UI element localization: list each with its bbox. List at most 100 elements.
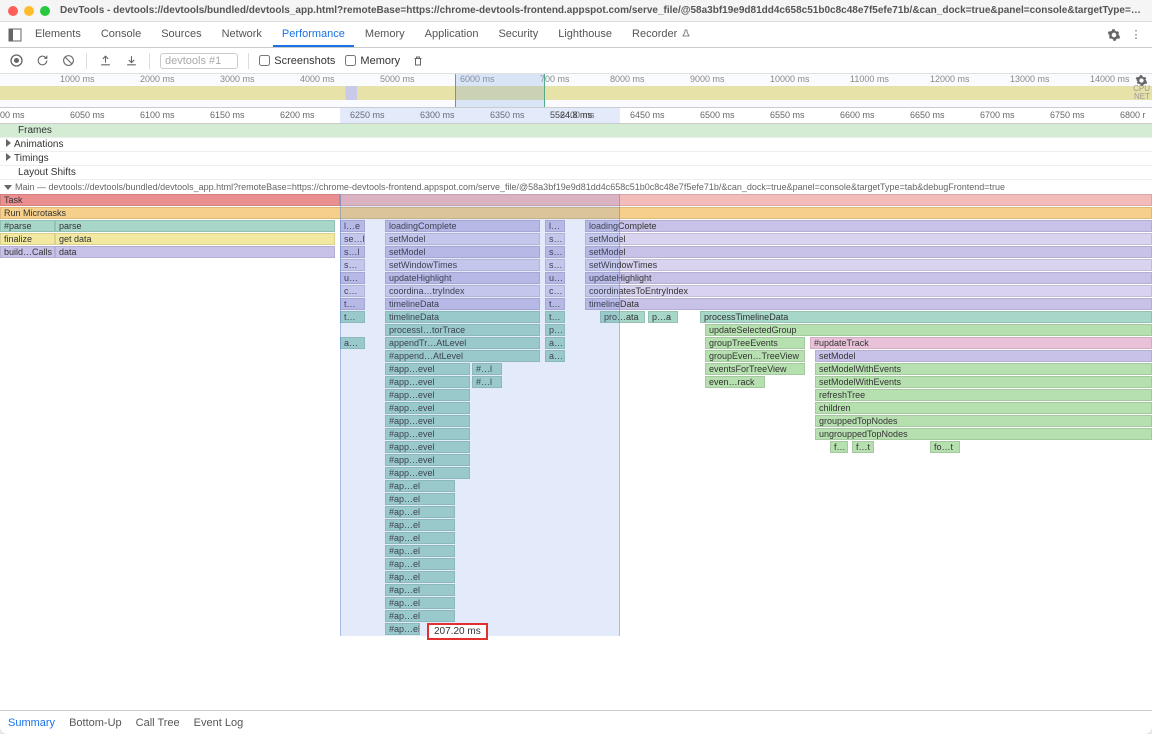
- flame-bar[interactable]: #ap…el: [385, 571, 455, 583]
- flame-bar[interactable]: grouppedTopNodes: [815, 415, 1152, 427]
- flame-bar[interactable]: even…rack: [705, 376, 765, 388]
- flame-bar[interactable]: processI…torTrace: [385, 324, 540, 336]
- flame-bar[interactable]: processTimelineData: [700, 311, 1152, 323]
- flame-bar[interactable]: #ap…el: [385, 623, 420, 635]
- flame-bar[interactable]: p…a: [648, 311, 678, 323]
- dock-icon[interactable]: [6, 26, 24, 44]
- screenshots-checkbox[interactable]: Screenshots: [259, 55, 335, 67]
- flame-bar[interactable]: t…: [545, 311, 565, 323]
- flame-bar[interactable]: Run Microtasks: [0, 207, 1152, 219]
- flame-bar[interactable]: a…: [545, 337, 565, 349]
- flame-bar[interactable]: #app…evel: [385, 363, 470, 375]
- download-icon[interactable]: [123, 53, 139, 69]
- tab-console[interactable]: Console: [92, 23, 150, 47]
- flame-bar[interactable]: u…: [340, 272, 365, 284]
- flame-bar[interactable]: parse: [55, 220, 335, 232]
- flame-bar[interactable]: finalize: [0, 233, 55, 245]
- flame-bar[interactable]: s…: [545, 233, 565, 245]
- tab-sources[interactable]: Sources: [152, 23, 210, 47]
- context-select[interactable]: devtools #1: [160, 53, 238, 69]
- flame-bar[interactable]: ungrouppedTopNodes: [815, 428, 1152, 440]
- flame-bar[interactable]: u…: [545, 272, 565, 284]
- flame-bar[interactable]: fo…t: [930, 441, 960, 453]
- tab-recorder[interactable]: Recorder: [623, 23, 701, 47]
- flame-bar[interactable]: #ap…el: [385, 493, 455, 505]
- main-thread-header[interactable]: Main — devtools://devtools/bundled/devto…: [0, 180, 1152, 194]
- flame-bar[interactable]: groupEven…TreeView: [705, 350, 805, 362]
- flame-bar[interactable]: #ap…el: [385, 545, 455, 557]
- tab-elements[interactable]: Elements: [26, 23, 90, 47]
- detail-ruler[interactable]: 00 ms 6050 ms 6100 ms 6150 ms 6200 ms 62…: [0, 108, 1152, 124]
- flame-bar[interactable]: setModel: [585, 233, 1152, 245]
- flame-chart[interactable]: Task Run Microtasks #parse parse l…e loa…: [0, 194, 1152, 636]
- layoutshifts-row[interactable]: Layout Shifts: [0, 166, 1152, 180]
- trash-icon[interactable]: [410, 53, 426, 69]
- flame-bar[interactable]: c…: [545, 285, 565, 297]
- flame-bar[interactable]: s…l: [340, 246, 365, 258]
- tab-memory[interactable]: Memory: [356, 23, 414, 47]
- flame-bar[interactable]: Task: [0, 194, 340, 206]
- flame-bar[interactable]: l…e: [340, 220, 365, 232]
- tab-security[interactable]: Security: [489, 23, 547, 47]
- flame-bar[interactable]: timelineData: [585, 298, 1152, 310]
- flame-bar[interactable]: pro…ata: [600, 311, 645, 323]
- flame-bar[interactable]: setModel: [385, 233, 540, 245]
- flame-bar[interactable]: loadingComplete: [585, 220, 1152, 232]
- flame-bar[interactable]: #…l: [472, 363, 502, 375]
- flame-bar[interactable]: a…: [545, 350, 565, 362]
- tab-performance[interactable]: Performance: [273, 23, 354, 47]
- flame-bar[interactable]: data: [55, 246, 335, 258]
- flame-bar[interactable]: se…l: [340, 233, 365, 245]
- flame-bar[interactable]: children: [815, 402, 1152, 414]
- flame-bar[interactable]: #ap…el: [385, 480, 455, 492]
- flame-bar[interactable]: #app…evel: [385, 441, 470, 453]
- flame-bar[interactable]: #app…evel: [385, 428, 470, 440]
- bottom-tab-summary[interactable]: Summary: [8, 717, 55, 729]
- upload-icon[interactable]: [97, 53, 113, 69]
- flame-bar[interactable]: groupTreeEvents: [705, 337, 805, 349]
- flame-bar[interactable]: setModelWithEvents: [815, 376, 1152, 388]
- flame-bar[interactable]: #app…evel: [385, 454, 470, 466]
- memory-checkbox[interactable]: Memory: [345, 55, 400, 67]
- more-icon[interactable]: ⋮: [1126, 25, 1146, 45]
- flame-bar[interactable]: setModel: [385, 246, 540, 258]
- flame-bar[interactable]: s…: [545, 259, 565, 271]
- flame-bar[interactable]: #parse: [0, 220, 55, 232]
- flame-bar[interactable]: setModel: [585, 246, 1152, 258]
- flame-bar[interactable]: get data: [55, 233, 335, 245]
- track-settings-icon[interactable]: [1135, 74, 1148, 87]
- tab-application[interactable]: Application: [416, 23, 488, 47]
- flame-bar[interactable]: setModelWithEvents: [815, 363, 1152, 375]
- flame-bar[interactable]: f…t: [852, 441, 874, 453]
- flame-bar[interactable]: #app…evel: [385, 389, 470, 401]
- flame-bar[interactable]: #app…evel: [385, 467, 470, 479]
- collapse-icon[interactable]: [4, 185, 12, 190]
- flame-bar[interactable]: s…: [545, 246, 565, 258]
- flame-bar[interactable]: p…: [545, 324, 565, 336]
- flame-bar[interactable]: timelineData: [385, 311, 540, 323]
- bottom-tab-eventlog[interactable]: Event Log: [194, 717, 244, 729]
- flame-bar[interactable]: a…: [340, 337, 365, 349]
- flame-bar[interactable]: #…l: [472, 376, 502, 388]
- flame-bar[interactable]: updateHighlight: [385, 272, 540, 284]
- flame-bar[interactable]: loadingComplete: [385, 220, 540, 232]
- reload-icon[interactable]: [34, 53, 50, 69]
- expand-icon[interactable]: [6, 139, 11, 147]
- flame-bar[interactable]: #app…evel: [385, 376, 470, 388]
- frames-row[interactable]: Frames: [0, 124, 1152, 138]
- flame-bar[interactable]: setWindowTimes: [585, 259, 1152, 271]
- flame-bar[interactable]: #append…AtLevel: [385, 350, 540, 362]
- flame-bar[interactable]: timelineData: [385, 298, 540, 310]
- flame-bar[interactable]: coordina…tryIndex: [385, 285, 540, 297]
- flame-bar[interactable]: setWindowTimes: [385, 259, 540, 271]
- animations-row[interactable]: Animations: [0, 138, 1152, 152]
- flame-bar[interactable]: setModel: [815, 350, 1152, 362]
- flame-bar[interactable]: updateSelectedGroup: [705, 324, 1152, 336]
- flame-bar[interactable]: f…: [830, 441, 848, 453]
- flame-bar[interactable]: #ap…el: [385, 506, 455, 518]
- flame-bar[interactable]: #updateTrack: [810, 337, 1152, 349]
- bottom-tab-calltree[interactable]: Call Tree: [136, 717, 180, 729]
- flame-bar[interactable]: #ap…el: [385, 610, 455, 622]
- minimize-icon[interactable]: [24, 6, 34, 16]
- timeline-overview[interactable]: 1000 ms 2000 ms 3000 ms 4000 ms 5000 ms …: [0, 74, 1152, 108]
